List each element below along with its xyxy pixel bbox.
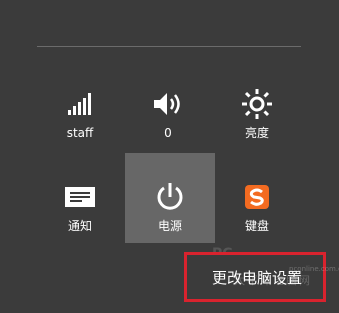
notifications-icon xyxy=(64,181,96,213)
sogou-keyboard-icon xyxy=(241,181,273,213)
volume-icon xyxy=(152,88,184,120)
tile-keyboard[interactable]: 键盘 xyxy=(212,153,302,243)
tile-notifications[interactable]: 通知 xyxy=(35,153,125,243)
tile-network-label: staff xyxy=(66,126,94,140)
tile-brightness-label: 亮度 xyxy=(244,126,269,140)
tile-network[interactable]: staff xyxy=(35,60,125,150)
wifi-signal-icon xyxy=(64,88,96,120)
tile-volume-label: 0 xyxy=(164,126,172,140)
tile-keyboard-label: 键盘 xyxy=(244,219,269,233)
tile-notifications-label: 通知 xyxy=(67,219,92,233)
tile-power[interactable]: 电源 xyxy=(125,153,215,243)
tile-power-label: 电源 xyxy=(157,219,182,233)
brightness-icon xyxy=(241,88,273,120)
top-divider xyxy=(37,46,301,47)
watermark-text: 太平洋电脑网 xyxy=(234,274,312,287)
tile-brightness[interactable]: 亮度 xyxy=(212,60,302,150)
power-icon xyxy=(154,181,186,213)
watermark-url: pconline.com.cn xyxy=(289,265,339,273)
tile-volume[interactable]: 0 xyxy=(123,60,213,150)
